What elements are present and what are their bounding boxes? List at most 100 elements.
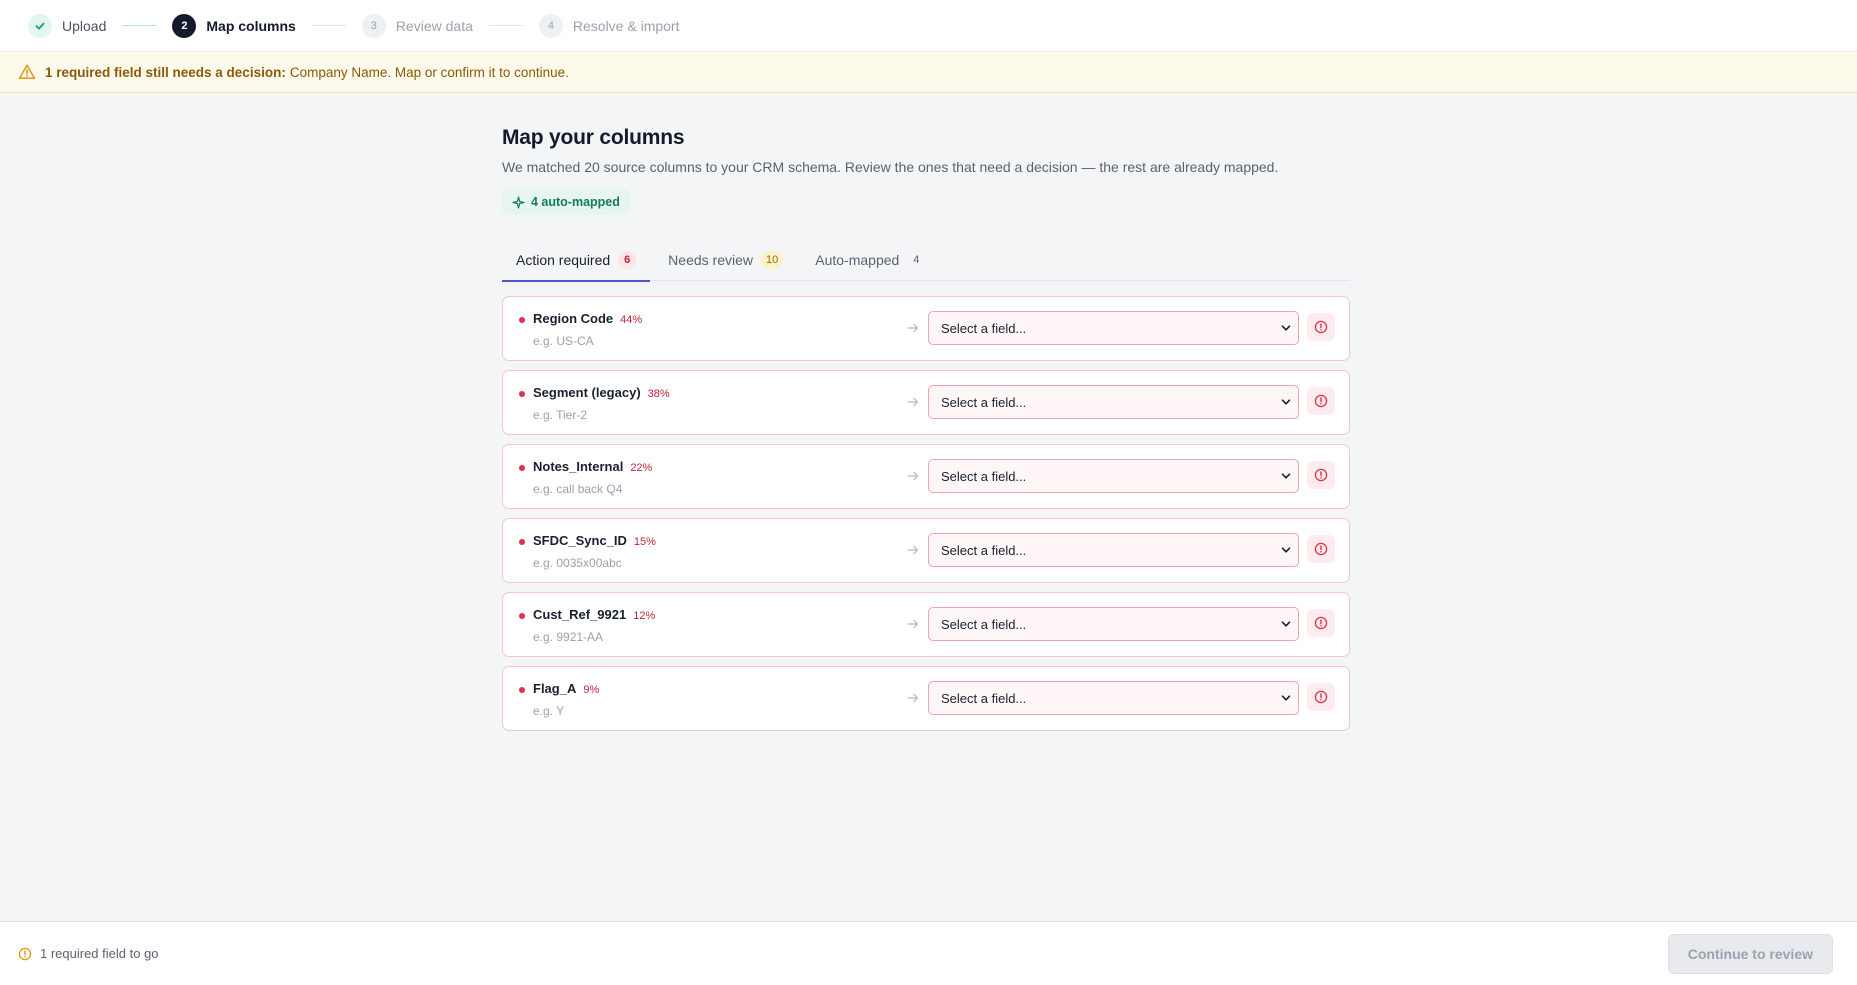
source-column-name: Segment (legacy) (533, 385, 641, 400)
alert-circle-icon (1314, 320, 1328, 334)
mapping-row: Flag_A 9% e.g. Y Select a field... (502, 666, 1350, 731)
confidence-percent: 15% (633, 536, 656, 548)
alert-circle-icon (1314, 468, 1328, 482)
step-review-data: 3 Review data (361, 13, 473, 38)
alert-circle-button[interactable] (1307, 609, 1335, 637)
required-dot (519, 465, 525, 471)
warning-triangle-icon (18, 64, 36, 79)
step-label: Upload (62, 17, 107, 34)
sample-value: e.g. 9921-AA (533, 630, 604, 644)
target-field-select[interactable]: Select a field... (928, 533, 1299, 567)
confidence-percent: 22% (630, 462, 653, 474)
page-subtitle: We matched 20 source columns to your CRM… (502, 159, 1279, 175)
step-connector (311, 25, 346, 26)
source-column: Segment (legacy) 38% (533, 385, 670, 400)
alert-circle-icon (1314, 394, 1328, 408)
tab-label: Needs review (668, 252, 753, 268)
banner-text: Company Name. Map or confirm it to conti… (289, 64, 569, 80)
required-dot (519, 613, 525, 619)
source-column: Flag_A 9% (533, 681, 599, 696)
alert-circle-button[interactable] (1307, 683, 1335, 711)
target-field-select[interactable]: Select a field... (928, 385, 1299, 419)
tab-needs-review[interactable]: Needs review 10 (654, 239, 797, 281)
step-connector (488, 25, 523, 26)
target-field-select[interactable]: Select a field... (928, 311, 1299, 345)
required-dot (519, 391, 525, 397)
arrow-right-icon (907, 619, 919, 629)
source-column-name: SFDC_Sync_ID (533, 533, 627, 548)
step-connector (122, 25, 157, 26)
alert-circle-icon (1314, 542, 1328, 556)
footer-status-text: 1 required field to go (40, 946, 159, 961)
sample-value: e.g. 0035x00abc (533, 556, 622, 570)
sparkle-icon (512, 195, 525, 209)
sample-value: e.g. US-CA (533, 334, 594, 348)
tab-label: Action required (516, 252, 611, 268)
source-column: SFDC_Sync_ID 15% (533, 533, 656, 548)
tab-auto-mapped[interactable]: Auto-mapped 4 (801, 239, 939, 281)
arrow-right-icon (907, 545, 919, 555)
alert-circle-button[interactable] (1307, 461, 1335, 489)
tab-label: Auto-mapped (815, 252, 900, 268)
page-title: Map your columns (502, 126, 685, 149)
source-column-name: Notes_Internal (533, 459, 624, 474)
target-field-select[interactable]: Select a field... (928, 681, 1299, 715)
footer-bar: 1 required field to go Continue to revie… (0, 921, 1857, 985)
confidence-percent: 12% (633, 610, 656, 622)
mapping-row: SFDC_Sync_ID 15% e.g. 0035x00abc Select … (502, 518, 1350, 583)
confidence-percent: 9% (583, 684, 600, 696)
step-number: 3 (361, 13, 386, 38)
banner-title: 1 required field still needs a decision: (45, 64, 286, 80)
required-dot (519, 539, 525, 545)
step-map-columns[interactable]: 2 Map columns (172, 13, 296, 38)
alert-circle-icon (1314, 690, 1328, 704)
target-field-select[interactable]: Select a field... (928, 459, 1299, 493)
step-number: 2 (172, 13, 197, 38)
arrow-right-icon (907, 471, 919, 481)
mapping-row: Cust_Ref_9921 12% e.g. 9921-AA Select a … (502, 592, 1350, 657)
source-column: Region Code 44% (533, 311, 642, 326)
target-field-select[interactable]: Select a field... (928, 607, 1299, 641)
auto-mapped-label: 4 auto-mapped (531, 195, 620, 209)
confidence-percent: 44% (620, 314, 643, 326)
step-label: Review data (395, 17, 473, 34)
required-dot (519, 317, 525, 323)
step-number: 4 (538, 13, 563, 38)
tab-count-badge: 6 (618, 251, 637, 269)
mapping-tabs: Action required 6 Needs review 10 Auto-m… (502, 239, 1350, 282)
tab-count-badge: 4 (913, 254, 920, 266)
tab-count-badge: 10 (761, 251, 784, 269)
mapping-row: Region Code 44% e.g. US-CA Select a fiel… (502, 296, 1350, 361)
arrow-right-icon (907, 323, 919, 333)
source-column: Cust_Ref_9921 12% (533, 607, 655, 622)
confidence-percent: 38% (647, 388, 670, 400)
mapping-row: Segment (legacy) 38% e.g. Tier-2 Select … (502, 370, 1350, 435)
footer-status: 1 required field to go (18, 946, 159, 961)
sample-value: e.g. Tier-2 (533, 408, 588, 422)
step-label: Resolve & import (572, 17, 680, 34)
step-upload[interactable]: Upload (28, 13, 107, 38)
arrow-right-icon (907, 693, 919, 703)
alert-circle-button[interactable] (1307, 313, 1335, 341)
source-column: Notes_Internal 22% (533, 459, 652, 474)
sample-value: e.g. Y (533, 704, 565, 718)
mapping-row: Notes_Internal 22% e.g. call back Q4 Sel… (502, 444, 1350, 509)
mapping-panel: Map your columns We matched 20 source co… (502, 126, 1350, 740)
source-column-name: Region Code (533, 311, 614, 326)
continue-to-review-button[interactable]: Continue to review (1667, 933, 1833, 974)
alert-circle-icon (1314, 616, 1328, 630)
tab-action-required[interactable]: Action required 6 (502, 239, 651, 282)
step-label: Map columns (206, 17, 296, 34)
arrow-right-icon (907, 397, 919, 407)
mapping-row-list: Region Code 44% e.g. US-CA Select a fiel… (502, 296, 1350, 731)
progress-stepper: Upload 2 Map columns 3 Review data 4 Res… (0, 0, 1857, 52)
required-dot (519, 687, 525, 693)
warning-banner: 1 required field still needs a decision:… (0, 52, 1857, 93)
alert-circle-button[interactable] (1307, 535, 1335, 563)
source-column-name: Cust_Ref_9921 (533, 607, 627, 622)
sample-value: e.g. call back Q4 (533, 482, 623, 496)
alert-circle-icon (18, 947, 32, 960)
alert-circle-button[interactable] (1307, 387, 1335, 415)
step-resolve-import: 4 Resolve & import (538, 13, 680, 38)
check-icon (28, 13, 52, 38)
